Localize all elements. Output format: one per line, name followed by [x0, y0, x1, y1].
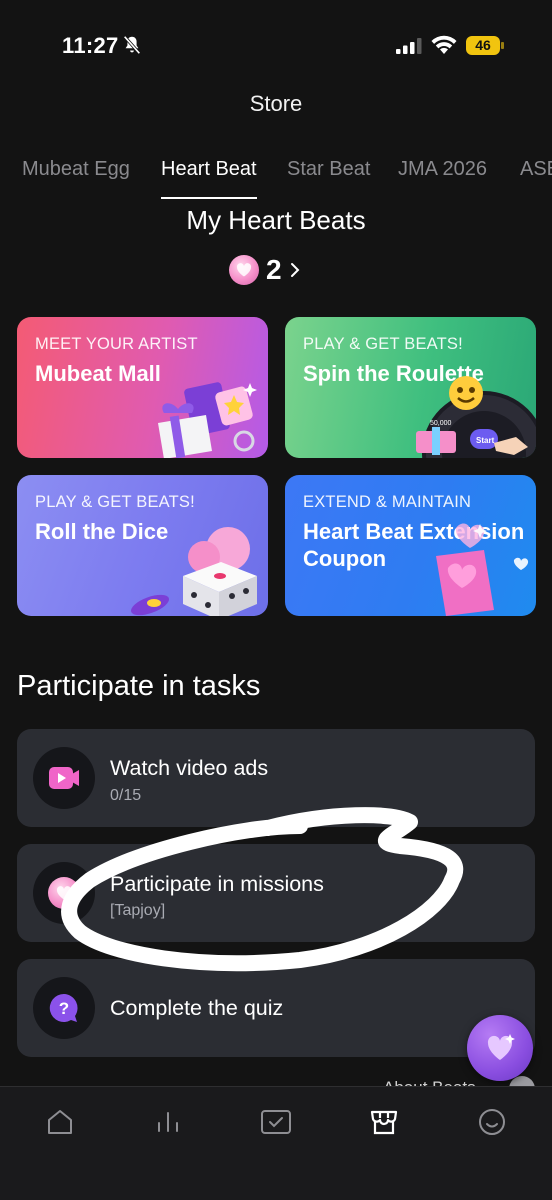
tab-heart-beat[interactable]: Heart Beat: [161, 155, 257, 199]
gift-box-illustration: [158, 382, 257, 458]
profile-icon: [479, 1109, 505, 1135]
nav-home[interactable]: [43, 1105, 77, 1139]
task-provider: [Tapjoy]: [110, 902, 166, 919]
bottom-navigation: [0, 1086, 552, 1200]
card-kicker: PLAY & GET BEATS!: [35, 493, 195, 511]
status-bar: 11:27 46: [0, 0, 552, 88]
svg-text:?: ?: [59, 999, 69, 1018]
tab-jma-2026[interactable]: JMA 2026: [398, 155, 487, 199]
roulette-start-label: Start: [476, 436, 495, 445]
roulette-illustration: 50,000 Start: [416, 376, 536, 458]
my-heart-beats-title: My Heart Beats: [186, 205, 366, 235]
chevron-right-icon: [290, 263, 299, 277]
task-complete-quiz[interactable]: ? Complete the quiz: [17, 959, 535, 1057]
task-title: Participate in missions: [110, 872, 324, 896]
tab-star-beat[interactable]: Star Beat: [287, 155, 370, 199]
status-time: 11:27: [62, 33, 119, 58]
dice-illustration: [131, 527, 257, 616]
card-kicker: EXTEND & MAINTAIN: [303, 493, 472, 511]
battery-icon: 46: [466, 36, 504, 55]
tab-ase[interactable]: ASE: [520, 155, 552, 199]
card-kicker: MEET YOUR ARTIST: [35, 335, 198, 353]
heart-coin-icon: [229, 255, 259, 285]
tasks-section-title: Participate in tasks: [17, 670, 261, 702]
task-participate-missions[interactable]: Participate in missions [Tapjoy]: [17, 844, 535, 942]
heart-coin-icon: [33, 862, 95, 924]
page-title: Store: [249, 91, 303, 116]
card-kicker: PLAY & GET BEATS!: [303, 335, 463, 353]
tab-mubeat-egg[interactable]: Mubeat Egg: [22, 155, 130, 199]
store-icon: [370, 1110, 398, 1135]
task-title: Complete the quiz: [110, 996, 284, 1020]
battery-level: 46: [466, 36, 500, 55]
question-bubble-icon: ?: [33, 977, 95, 1039]
card-roll-dice[interactable]: PLAY & GET BEATS! Roll the Dice: [17, 475, 268, 616]
video-play-icon: [33, 747, 95, 809]
signal-icon: [396, 38, 422, 54]
check-square-icon: [261, 1110, 291, 1134]
card-mubeat-mall[interactable]: MEET YOUR ARTIST Mubeat Mall: [17, 317, 268, 458]
card-extension-coupon[interactable]: EXTEND & MAINTAIN Heart Beat Extension C…: [285, 475, 536, 616]
nav-vote[interactable]: [259, 1105, 293, 1139]
heart-beats-count: 2: [266, 254, 282, 285]
wifi-icon: [431, 35, 457, 54]
task-progress: 0/15: [110, 787, 142, 804]
home-icon: [48, 1110, 72, 1134]
nav-profile[interactable]: [475, 1105, 509, 1139]
bell-slash-icon: [123, 35, 141, 55]
chart-icon: [158, 1112, 178, 1132]
store-tabs: Mubeat Egg Heart Beat Star Beat JMA 2026…: [0, 155, 552, 201]
task-title: Watch video ads: [110, 756, 269, 780]
heart-sparkle-icon: [487, 1034, 515, 1060]
coupon-illustration: [436, 523, 529, 616]
roulette-prize-label: 50,000: [430, 420, 452, 427]
card-spin-roulette[interactable]: PLAY & GET BEATS! Spin the Roulette 50,0…: [285, 317, 536, 458]
task-watch-video-ads[interactable]: Watch video ads 0/15: [17, 729, 535, 827]
heart-sparkle-fab[interactable]: [467, 1015, 533, 1081]
nav-chart[interactable]: [151, 1105, 185, 1139]
nav-store[interactable]: [367, 1105, 401, 1139]
heart-beats-balance[interactable]: 2: [229, 254, 300, 286]
